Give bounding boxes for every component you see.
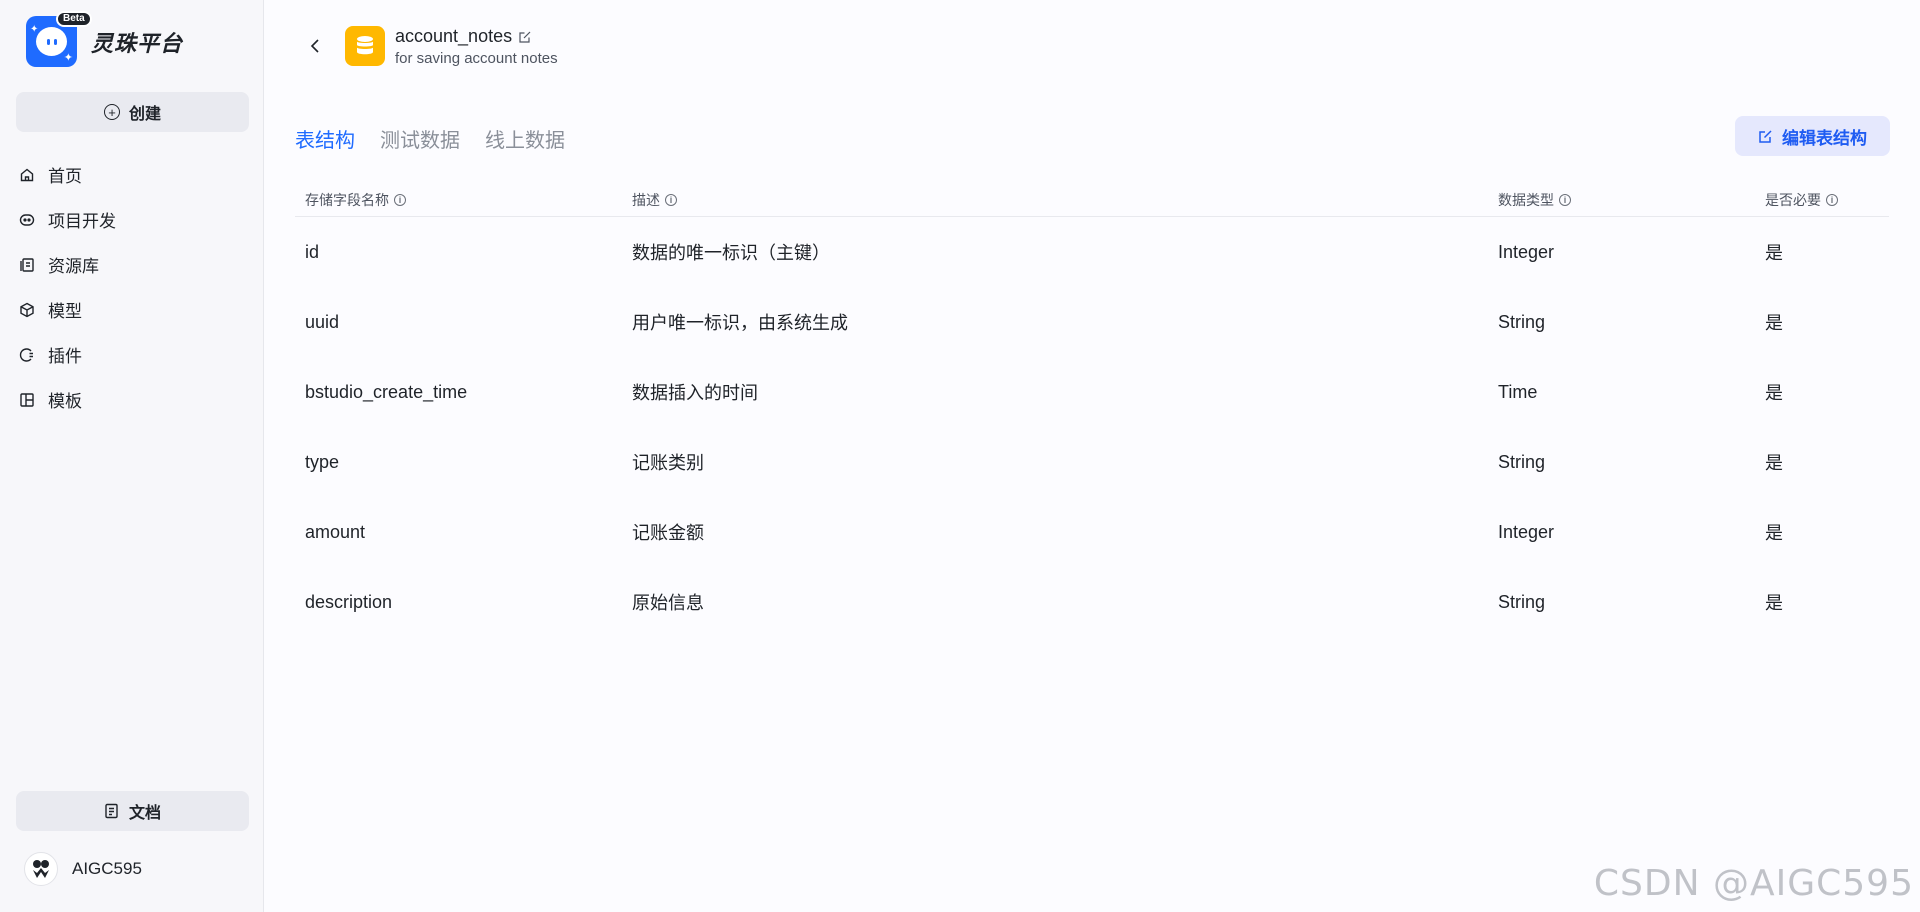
sidebar-item-label: 项目开发: [48, 212, 116, 231]
table-row: id 数据的唯一标识（主键） Integer 是: [295, 217, 1889, 287]
tab-test-data[interactable]: 测试数据: [380, 124, 460, 153]
sidebar-item-library[interactable]: 资源库: [16, 242, 249, 287]
field-required: 是: [1765, 313, 1783, 333]
sidebar-item-home[interactable]: 首页: [16, 152, 249, 197]
field-type: Integer: [1498, 241, 1555, 262]
field-type: String: [1498, 311, 1546, 332]
edit-icon[interactable]: [518, 30, 532, 44]
info-icon[interactable]: i: [1826, 193, 1838, 206]
avatar: [24, 852, 58, 886]
main-content: account_notes for saving account notes 表…: [265, 0, 1920, 912]
tab-structure[interactable]: 表结构: [295, 124, 355, 153]
sidebar-item-label: 模板: [48, 392, 82, 411]
robot-icon: [19, 212, 35, 228]
field-required: 是: [1765, 453, 1783, 473]
chevron-left-icon: [310, 39, 319, 53]
cube-icon: [19, 302, 35, 318]
create-button-label: 创建: [128, 106, 161, 123]
back-button[interactable]: [305, 34, 325, 58]
plugin-icon: [19, 347, 35, 363]
field-required: 是: [1765, 523, 1783, 543]
column-header: 是否必要: [1765, 191, 1821, 208]
table-row: amount 记账金额 Integer 是: [295, 497, 1889, 567]
table-description: for saving account notes: [395, 50, 558, 67]
column-header: 存储字段名称: [305, 191, 389, 208]
user-avatar-icon: [33, 860, 49, 878]
logo[interactable]: ✦ ✦ Beta 灵珠平台: [26, 11, 184, 67]
table-name: account_notes: [395, 26, 513, 46]
field-type: Integer: [1498, 521, 1555, 542]
user-name: AIGC595: [72, 859, 142, 878]
tab-online-data[interactable]: 线上数据: [485, 124, 565, 153]
field-name: id: [305, 241, 320, 262]
database-icon: [345, 26, 385, 66]
docs-button-label: 文档: [128, 805, 161, 822]
sidebar-item-models[interactable]: 模型: [16, 287, 249, 332]
sidebar-item-templates[interactable]: 模板: [16, 377, 249, 422]
plus-circle-icon: +: [103, 104, 120, 120]
field-name: uuid: [305, 311, 340, 332]
field-name: bstudio_create_time: [305, 381, 468, 402]
field-type: String: [1498, 451, 1546, 472]
home-icon: [19, 167, 35, 183]
tab-bar: 表结构 测试数据 线上数据: [295, 124, 590, 153]
template-icon: [19, 392, 35, 408]
table-title-block: account_notes for saving account notes: [395, 26, 558, 67]
table-row: type 记账类别 String 是: [295, 427, 1889, 497]
beta-badge: Beta: [56, 11, 92, 27]
edit-structure-button[interactable]: 编辑表结构: [1735, 116, 1890, 156]
field-name: amount: [305, 521, 366, 542]
column-header: 描述: [632, 191, 660, 208]
document-icon: [105, 803, 118, 819]
field-required: 是: [1765, 243, 1783, 263]
sidebar-nav: 首页 项目开发 资源库 模型 插件 模板: [16, 152, 249, 422]
edit-icon: [1759, 129, 1772, 143]
info-icon[interactable]: i: [394, 193, 406, 206]
watermark: CSDN @AIGC595: [1593, 863, 1914, 904]
create-button[interactable]: + 创建: [16, 92, 249, 132]
field-type: Time: [1498, 381, 1538, 402]
sidebar-item-label: 模型: [48, 302, 82, 321]
library-icon: [19, 257, 35, 273]
field-required: 是: [1765, 593, 1783, 613]
sidebar-item-label: 插件: [48, 347, 82, 366]
info-icon[interactable]: i: [665, 193, 677, 206]
table-header: 存储字段名称 i 描述 i 数据类型 i 是否必要 i: [295, 183, 1889, 217]
column-header: 数据类型: [1498, 191, 1554, 208]
sidebar: ✦ ✦ Beta 灵珠平台 + 创建 首页 项目开发 资源库 模型 插件 模板 …: [0, 0, 264, 912]
info-icon[interactable]: i: [1559, 193, 1571, 206]
sidebar-item-plugins[interactable]: 插件: [16, 332, 249, 377]
field-description: 记账类别: [632, 453, 704, 473]
user-profile[interactable]: AIGC595: [24, 852, 142, 886]
field-description: 原始信息: [632, 593, 704, 613]
docs-button[interactable]: 文档: [16, 791, 249, 831]
field-name: type: [305, 451, 340, 472]
app-logo-icon: ✦ ✦ Beta: [26, 11, 92, 67]
sidebar-item-label: 资源库: [48, 257, 99, 276]
table-row: description 原始信息 String 是: [295, 567, 1889, 637]
field-name: description: [305, 591, 393, 612]
field-description: 记账金额: [632, 523, 704, 543]
edit-structure-label: 编辑表结构: [1782, 128, 1867, 148]
field-description: 数据插入的时间: [632, 383, 758, 403]
app-name: 灵珠平台: [91, 30, 184, 56]
table-row: uuid 用户唯一标识，由系统生成 String 是: [295, 287, 1889, 357]
table-row: bstudio_create_time 数据插入的时间 Time 是: [295, 357, 1889, 427]
sparkle-icon: ✦: [63, 52, 73, 64]
sidebar-item-label: 首页: [48, 167, 82, 186]
field-type: String: [1498, 591, 1546, 612]
sidebar-item-projects[interactable]: 项目开发: [16, 197, 249, 242]
schema-table: 存储字段名称 i 描述 i 数据类型 i 是否必要 i id 数据的唯一标识（主键） I…: [295, 183, 1889, 637]
field-description: 用户唯一标识，由系统生成: [632, 313, 848, 333]
field-description: 数据的唯一标识（主键）: [632, 243, 830, 263]
field-required: 是: [1765, 383, 1783, 403]
